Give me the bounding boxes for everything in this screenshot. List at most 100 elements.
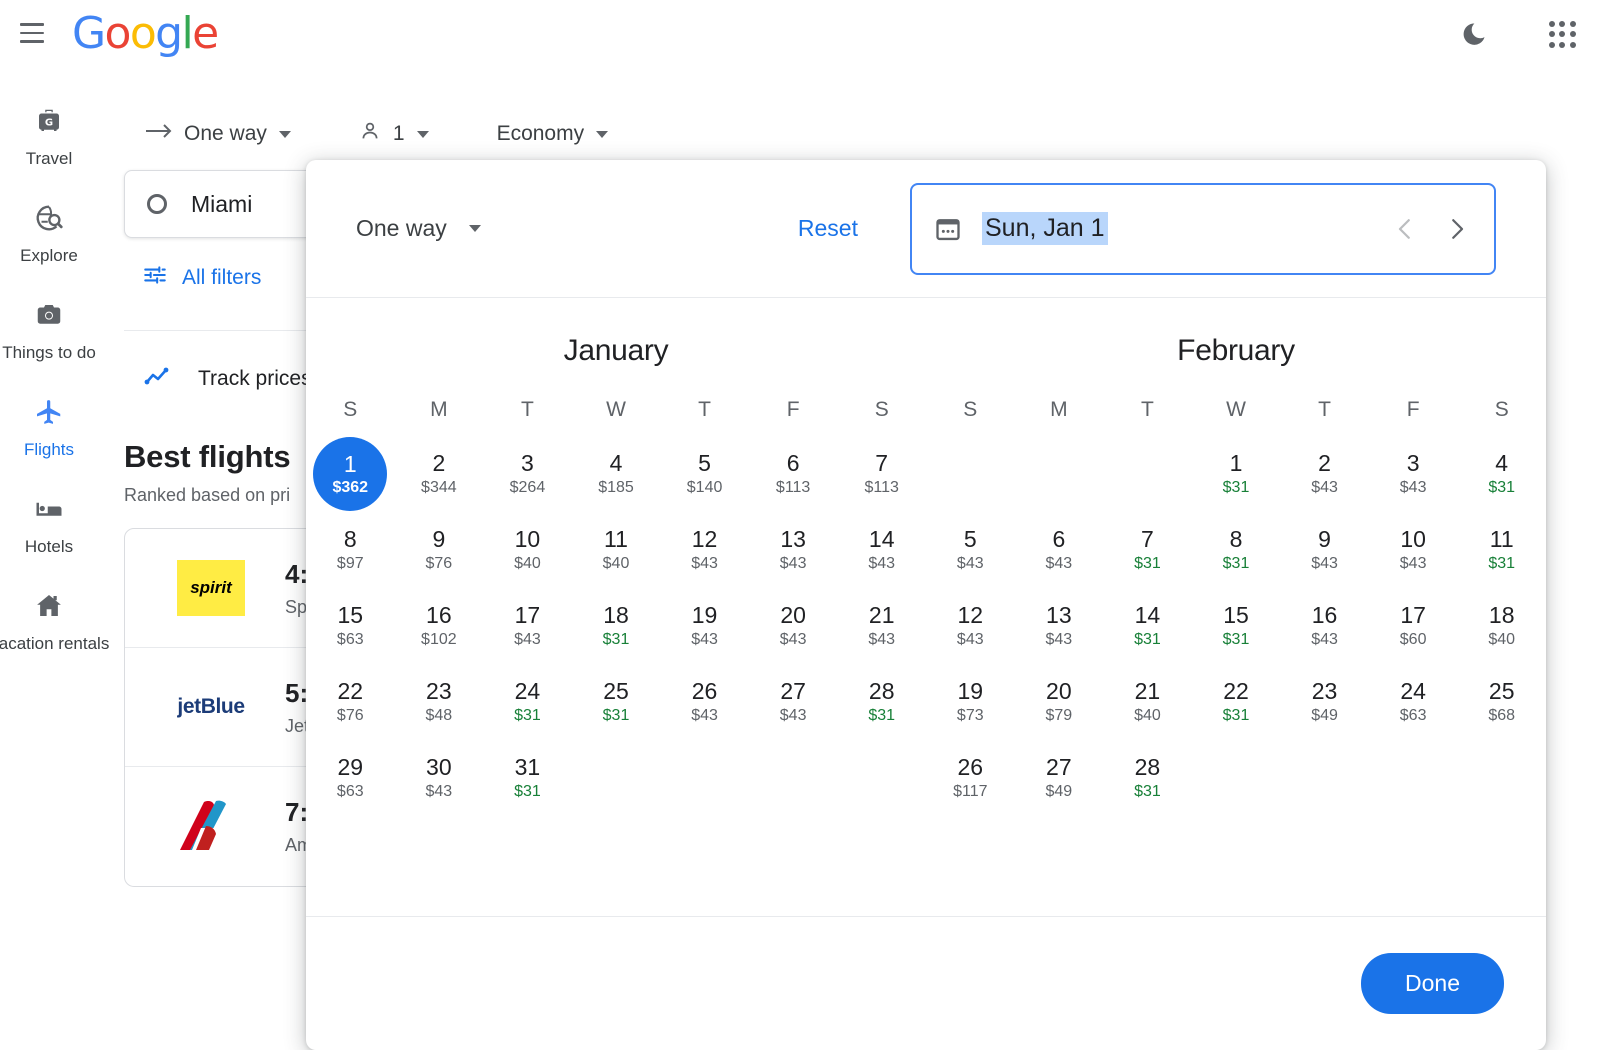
calendar-day-selected[interactable]: 1 $362	[306, 436, 395, 512]
weekday-header-row: SMTWTFS	[306, 398, 926, 422]
day-number: 21	[868, 602, 895, 628]
calendar-day[interactable]: 5 $43	[926, 512, 1015, 588]
calendar-day[interactable]: 19 $73	[926, 664, 1015, 740]
calendar-day[interactable]: 2 $344	[395, 436, 484, 512]
chevron-right-icon[interactable]	[1442, 214, 1472, 244]
calendar-day[interactable]: 28 $31	[1103, 740, 1192, 816]
calendar-day[interactable]: 9 $76	[395, 512, 484, 588]
departure-date-field[interactable]: Sun, Jan 1	[910, 182, 1496, 275]
calendar-day[interactable]: 10 $43	[1369, 512, 1458, 588]
calendar-day[interactable]: 12 $43	[660, 512, 749, 588]
calendar-day[interactable]: 21 $43	[837, 588, 926, 664]
calendar-day[interactable]: 17 $43	[483, 588, 572, 664]
sidebar-item-things-to-do[interactable]: Things to do	[0, 284, 98, 381]
calendar-day[interactable]: 23 $49	[1280, 664, 1369, 740]
calendar-day[interactable]: 9 $43	[1280, 512, 1369, 588]
day-price: $117	[953, 783, 988, 800]
calendar-day[interactable]: 14 $43	[837, 512, 926, 588]
calendar-day[interactable]: 8 $31	[1192, 512, 1281, 588]
passengers-selector[interactable]: 1	[359, 120, 447, 148]
logo-letter: G	[72, 8, 106, 59]
calendar-day[interactable]: 27 $43	[749, 664, 838, 740]
calendar-day[interactable]: 16 $43	[1280, 588, 1369, 664]
calendar-day[interactable]: 6 $43	[1015, 512, 1104, 588]
calendar-day[interactable]: 13 $43	[749, 512, 838, 588]
day-price: $43	[868, 555, 896, 572]
calendar-day[interactable]: 19 $43	[660, 588, 749, 664]
sidebar-item-travel[interactable]: G Travel	[0, 90, 98, 187]
top-bar: Google	[0, 0, 1600, 68]
trending-line-icon	[144, 365, 176, 393]
calendar-day[interactable]: 25 $68	[1457, 664, 1546, 740]
calendar-day[interactable]: 7 $31	[1103, 512, 1192, 588]
origin-input[interactable]: Miami	[191, 191, 252, 218]
calendar-day[interactable]: 3 $43	[1369, 436, 1458, 512]
dialog-trip-type-selector[interactable]: One way	[356, 215, 481, 242]
calendar-empty-cell	[1103, 436, 1192, 512]
calendar-day[interactable]: 20 $43	[749, 588, 838, 664]
calendar-day[interactable]: 18 $31	[572, 588, 661, 664]
departure-date-value[interactable]: Sun, Jan 1	[982, 212, 1108, 245]
sidebar-item-flights[interactable]: Flights	[0, 381, 98, 478]
done-button[interactable]: Done	[1361, 953, 1504, 1014]
calendar-day[interactable]: 24 $63	[1369, 664, 1458, 740]
google-logo[interactable]: Google	[72, 8, 219, 59]
house-icon	[32, 589, 66, 623]
calendar-day[interactable]: 25 $31	[572, 664, 661, 740]
calendar-day[interactable]: 11 $40	[572, 512, 661, 588]
calendar-day[interactable]: 13 $43	[1015, 588, 1104, 664]
calendar-day[interactable]: 7 $113	[837, 436, 926, 512]
calendar-day[interactable]: 14 $31	[1103, 588, 1192, 664]
day-price: $43	[779, 707, 807, 724]
calendar-day[interactable]: 4 $31	[1457, 436, 1546, 512]
month-name: January	[563, 334, 669, 367]
apps-grid-icon[interactable]	[1546, 18, 1580, 52]
calendar-day[interactable]: 29 $63	[306, 740, 395, 816]
calendar-day[interactable]: 18 $40	[1457, 588, 1546, 664]
sidebar-item-label: Hotels	[24, 537, 74, 556]
reset-button[interactable]: Reset	[798, 215, 858, 242]
calendar-day[interactable]: 1 $31	[1192, 436, 1281, 512]
moon-icon[interactable]	[1458, 18, 1490, 50]
chevron-left-icon[interactable]	[1390, 214, 1420, 244]
bed-icon	[32, 492, 66, 526]
calendar-day[interactable]: 5 $140	[660, 436, 749, 512]
calendar-day[interactable]: 10 $40	[483, 512, 572, 588]
calendar-day[interactable]: 3 $264	[483, 436, 572, 512]
hamburger-menu-icon[interactable]	[14, 15, 50, 51]
calendar-day[interactable]: 24 $31	[483, 664, 572, 740]
calendar-day[interactable]: 20 $79	[1015, 664, 1104, 740]
sidebar-item-hotels[interactable]: Hotels	[0, 478, 98, 575]
sidebar-item-label: Travel	[25, 149, 73, 168]
sidebar-item-explore[interactable]: Explore	[0, 187, 98, 284]
calendar-day[interactable]: 2 $43	[1280, 436, 1369, 512]
calendar-day[interactable]: 16 $102	[395, 588, 484, 664]
calendar-day[interactable]: 11 $31	[1457, 512, 1546, 588]
calendar-day[interactable]: 23 $48	[395, 664, 484, 740]
trip-type-selector[interactable]: One way	[184, 122, 309, 146]
calendar-day[interactable]: 15 $63	[306, 588, 395, 664]
calendar-day[interactable]: 22 $31	[1192, 664, 1281, 740]
calendar-day[interactable]: 26 $117	[926, 740, 1015, 816]
cabin-class-selector[interactable]: Economy	[497, 122, 627, 146]
day-price: $40	[1488, 631, 1516, 648]
day-number: 12	[691, 526, 718, 552]
calendar-day[interactable]: 26 $43	[660, 664, 749, 740]
sidebar-item-vacation-rentals[interactable]: Vacation rentals	[0, 575, 109, 672]
calendar-day[interactable]: 4 $185	[572, 436, 661, 512]
calendar-day[interactable]: 12 $43	[926, 588, 1015, 664]
calendar-day[interactable]: 15 $31	[1192, 588, 1281, 664]
calendar-day[interactable]: 31 $31	[483, 740, 572, 816]
calendar-day[interactable]: 28 $31	[837, 664, 926, 740]
day-number: 31	[514, 754, 541, 780]
day-price: $76	[425, 555, 453, 572]
calendar-day[interactable]: 30 $43	[395, 740, 484, 816]
calendar-day[interactable]: 8 $97	[306, 512, 395, 588]
calendar-day[interactable]: 6 $113	[749, 436, 838, 512]
day-price: $31	[1134, 783, 1161, 800]
calendar-day[interactable]: 22 $76	[306, 664, 395, 740]
day-price: $43	[868, 631, 896, 648]
calendar-day[interactable]: 27 $49	[1015, 740, 1104, 816]
calendar-day[interactable]: 17 $60	[1369, 588, 1458, 664]
calendar-day[interactable]: 21 $40	[1103, 664, 1192, 740]
